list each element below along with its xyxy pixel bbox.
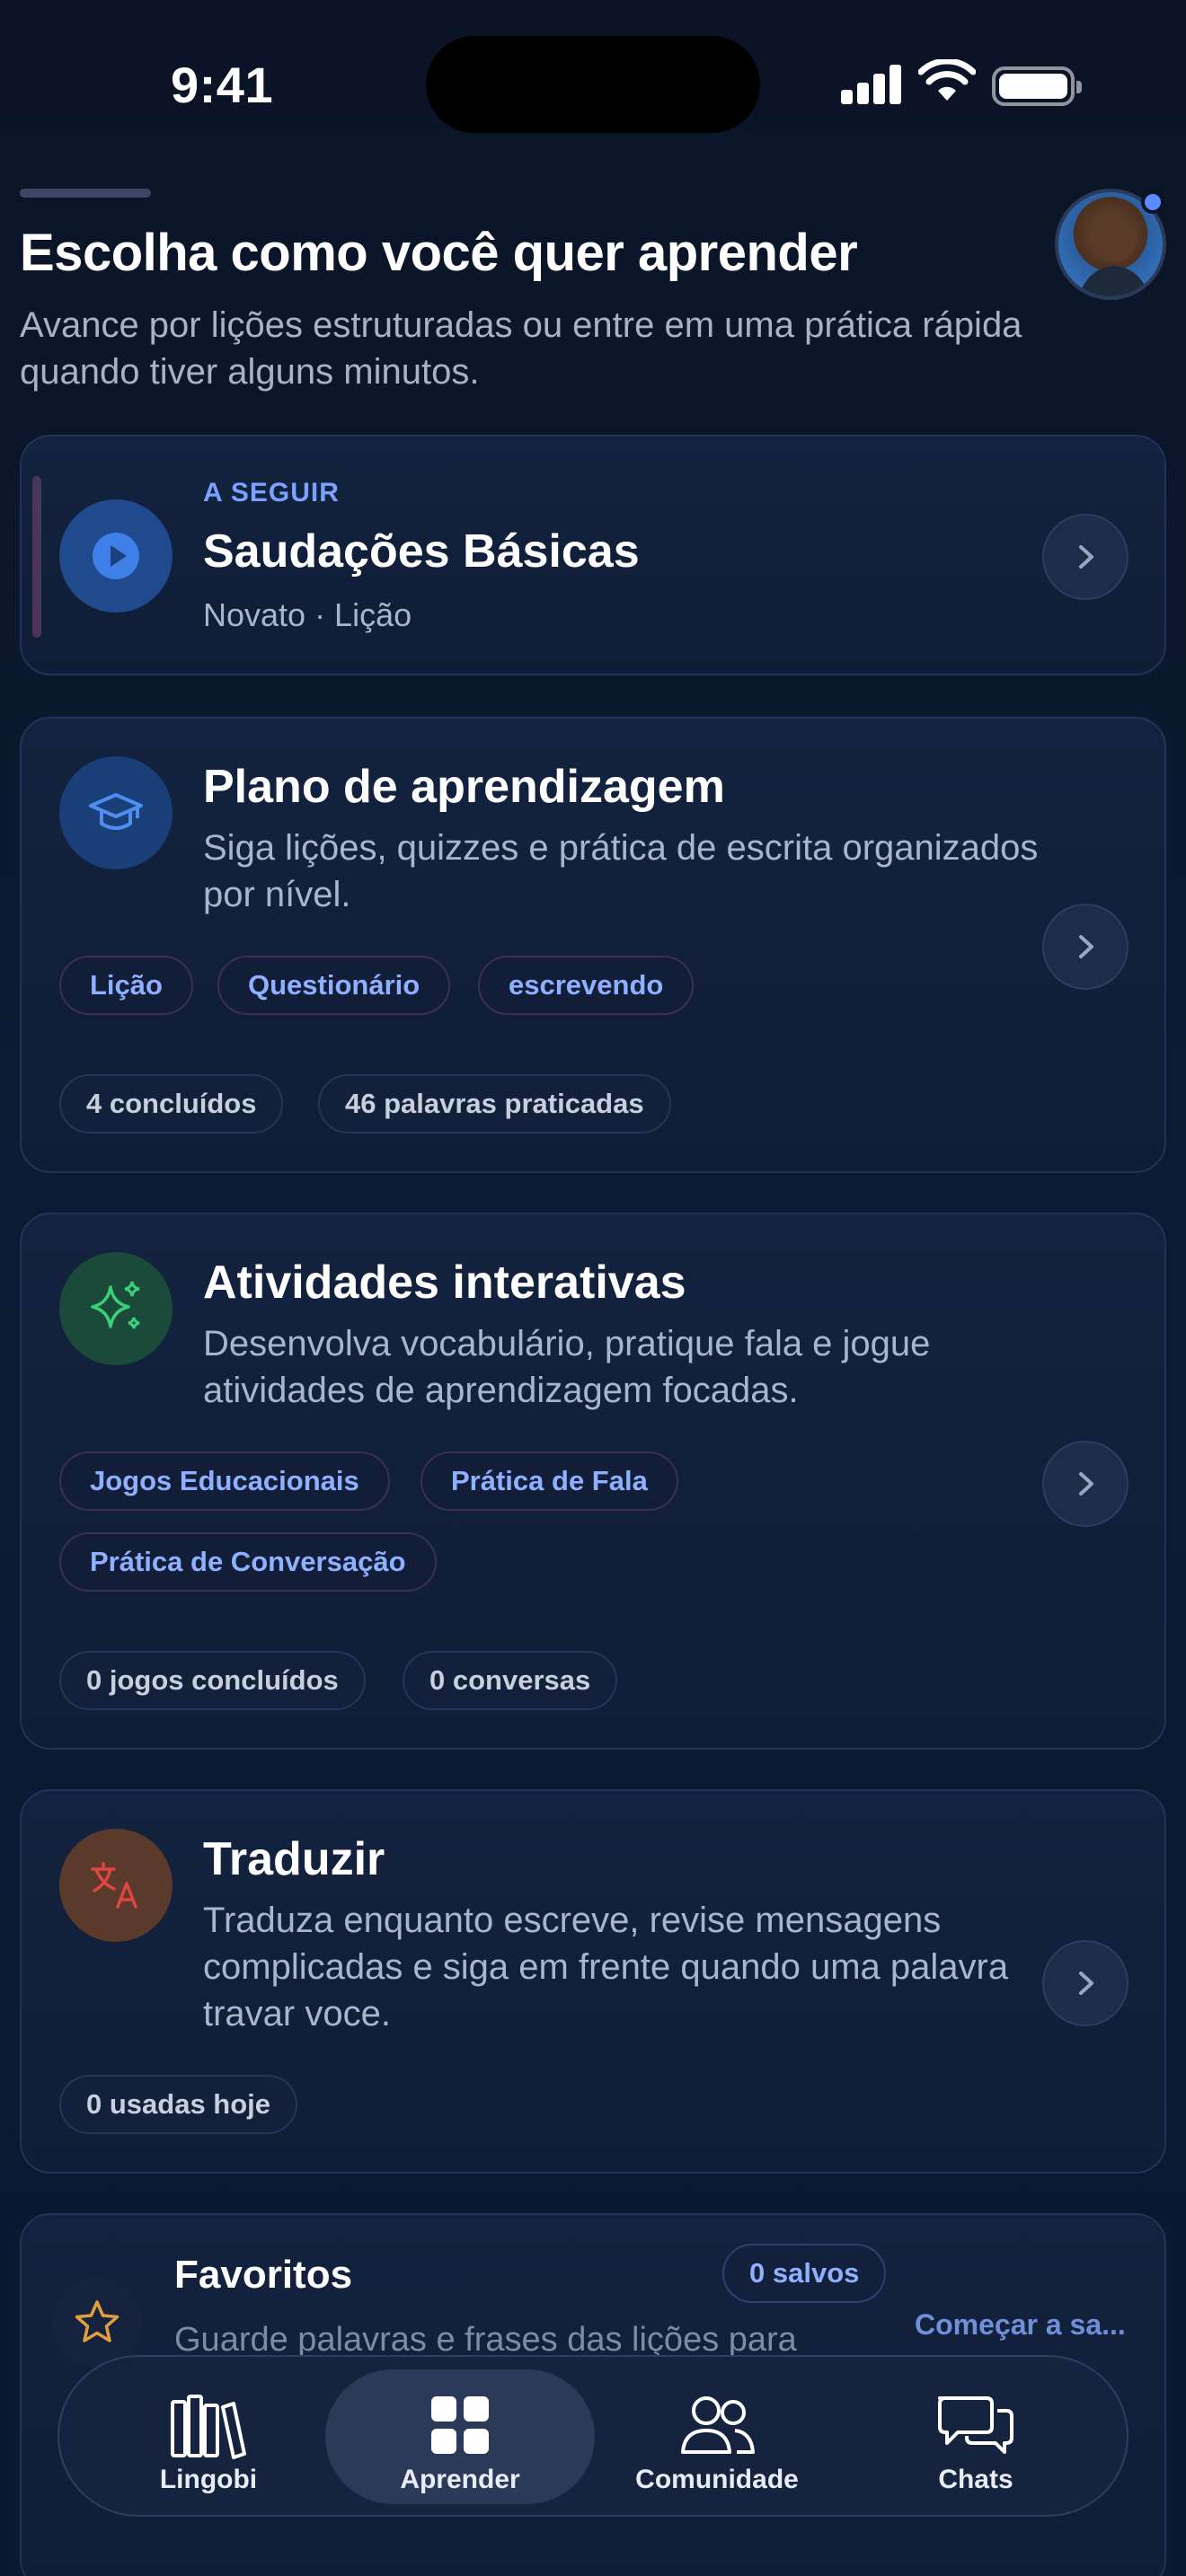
- chevron-right-icon: [1079, 1972, 1093, 1995]
- people-icon: [681, 2396, 755, 2454]
- chip-writing[interactable]: escrevendo: [478, 956, 695, 1015]
- translate-chevron-button[interactable]: [1042, 1940, 1128, 2026]
- next-lesson-title: Saudações Básicas: [203, 525, 640, 578]
- next-lesson-card[interactable]: A SEGUIR Saudações Básicas Novato · Liçã…: [20, 435, 1166, 675]
- translate-description: Traduza enquanto escreve, revise mensage…: [203, 1901, 1009, 2033]
- cellular-signal-icon: [841, 63, 902, 104]
- stat-words-practiced: 46 palavras praticadas: [318, 1074, 671, 1134]
- tab-label: Lingobi: [159, 2465, 258, 2494]
- play-icon: [59, 499, 173, 613]
- chip-conversation-practice[interactable]: Prática de Conversação: [59, 1532, 437, 1592]
- learning-plan-title: Plano de aprendizagem: [203, 761, 725, 813]
- status-time: 9:41: [171, 57, 274, 113]
- star-icon: [52, 2278, 142, 2368]
- stat-games-completed: 0 jogos concluídos: [59, 1651, 366, 1710]
- chip-lesson[interactable]: Lição: [59, 956, 193, 1015]
- accent-bar: [32, 476, 41, 638]
- chevron-right-icon: [1079, 935, 1093, 958]
- stat-completed: 4 concluídos: [59, 1074, 284, 1134]
- favorites-start-link[interactable]: Começar a sa...: [915, 2308, 1126, 2342]
- translate-icon: [59, 1829, 173, 1942]
- tab-label: Comunidade: [635, 2465, 799, 2494]
- next-up-eyebrow: A SEGUIR: [203, 478, 340, 507]
- favorites-saved-badge: 0 salvos: [722, 2244, 887, 2303]
- tab-label: Aprender: [400, 2465, 520, 2494]
- translate-title: Traduzir: [203, 1833, 385, 1885]
- favorites-description: Guarde palavras e frases das lições para: [174, 2321, 797, 2359]
- interactive-activities-card[interactable]: Atividades interativas Desenvolva vocabu…: [20, 1213, 1166, 1750]
- grid-icon: [431, 2396, 489, 2454]
- sparkles-icon: [59, 1252, 173, 1365]
- tab-lingobi[interactable]: Lingobi: [74, 2369, 343, 2504]
- stat-used-today: 0 usadas hoje: [59, 2075, 298, 2134]
- tab-bar: Lingobi Aprender Comunidade Chats: [58, 2355, 1128, 2517]
- tab-chats[interactable]: Chats: [841, 2369, 1111, 2504]
- translate-card[interactable]: Traduzir Traduza enquanto escreve, revis…: [20, 1789, 1166, 2174]
- learning-plan-description: Siga lições, quizzes e prática de escrit…: [203, 828, 1039, 914]
- wifi-icon: [918, 59, 976, 101]
- chip-speaking-practice[interactable]: Prática de Fala: [420, 1451, 678, 1511]
- stat-conversations: 0 conversas: [403, 1651, 618, 1710]
- chat-bubbles-icon: [938, 2396, 1013, 2454]
- learning-plan-card[interactable]: Plano de aprendizagem Siga lições, quizz…: [20, 717, 1166, 1173]
- tab-aprender[interactable]: Aprender: [325, 2369, 595, 2504]
- page-subtitle: Avance por lições estruturadas ou entre …: [20, 305, 1022, 392]
- battery-icon: [992, 66, 1082, 106]
- interactive-description: Desenvolva vocabulário, pratique fala e …: [203, 1324, 931, 1410]
- books-icon: [171, 2395, 246, 2459]
- dynamic-island: [426, 36, 760, 133]
- next-lesson-meta: Novato · Lição: [203, 596, 412, 633]
- favorites-title: Favoritos: [174, 2253, 353, 2297]
- chevron-right-icon: [1079, 545, 1093, 569]
- chip-educational-games[interactable]: Jogos Educacionais: [59, 1451, 390, 1511]
- next-lesson-chevron-button[interactable]: [1042, 514, 1128, 600]
- status-bar: 9:41: [0, 0, 1186, 171]
- graduation-cap-icon: [59, 756, 173, 869]
- chevron-right-icon: [1079, 1472, 1093, 1495]
- interactive-chevron-button[interactable]: [1042, 1441, 1128, 1527]
- page-title: Escolha como você quer aprender: [20, 224, 858, 282]
- learning-plan-chevron-button[interactable]: [1042, 904, 1128, 990]
- tab-comunidade[interactable]: Comunidade: [582, 2369, 852, 2504]
- tab-label: Chats: [938, 2465, 1013, 2494]
- chip-quiz[interactable]: Questionário: [217, 956, 451, 1015]
- sheet-grabber[interactable]: [20, 189, 151, 198]
- interactive-title: Atividades interativas: [203, 1257, 686, 1309]
- notification-dot: [1141, 190, 1164, 214]
